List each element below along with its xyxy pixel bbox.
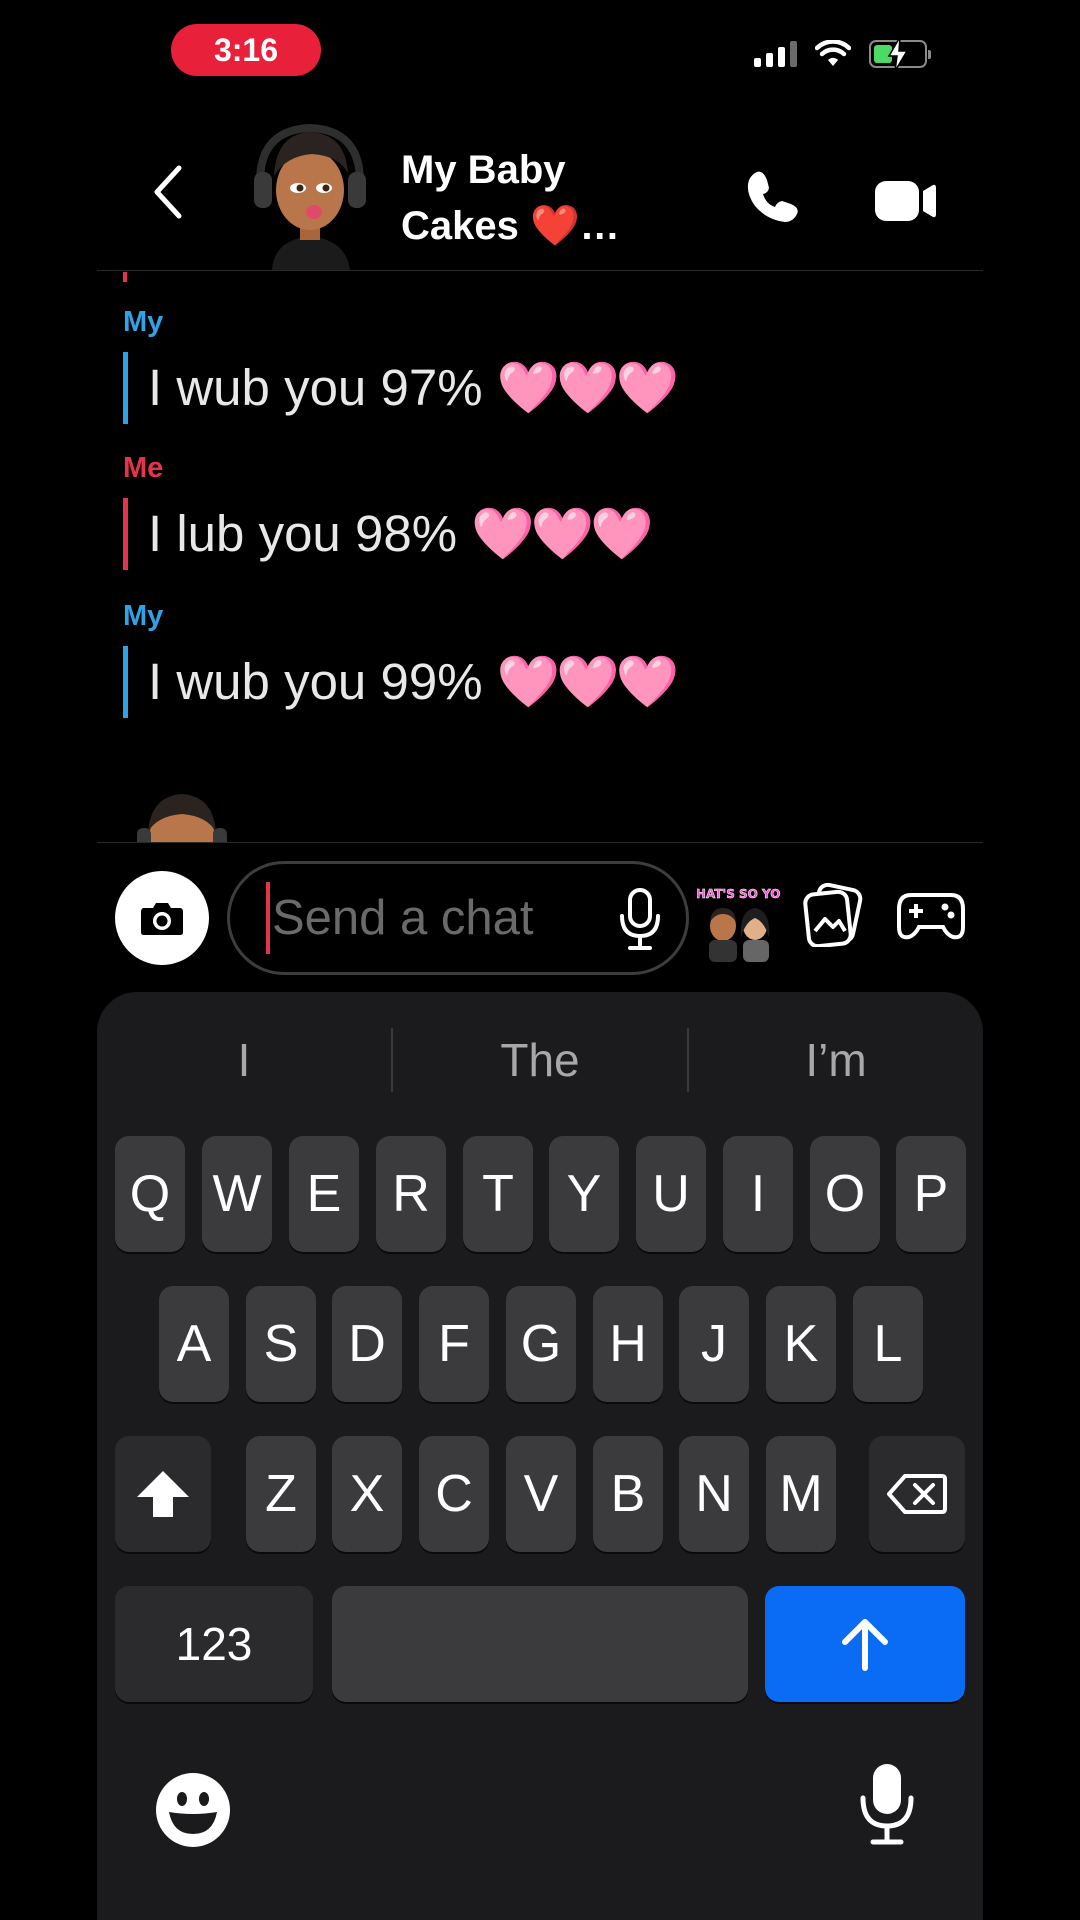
chat-bar: THAT'S SO YOU (97, 843, 983, 991)
delete-key[interactable] (869, 1436, 965, 1552)
key-h[interactable]: H (593, 1286, 663, 1402)
phone-screen: 3:16 My Baby Cakes ❤️… My I wub you 97% … (97, 0, 983, 1920)
key-v[interactable]: V (506, 1436, 576, 1552)
key-y[interactable]: Y (549, 1136, 619, 1252)
camera-button[interactable] (115, 871, 209, 965)
message-text-content: I lub you 98% (148, 505, 458, 562)
key-q[interactable]: Q (115, 1136, 185, 1252)
key-k[interactable]: K (766, 1286, 836, 1402)
backspace-icon (887, 1474, 947, 1514)
video-camera-icon[interactable] (873, 179, 937, 223)
chat-input-container[interactable] (227, 861, 689, 975)
shift-key[interactable] (115, 1436, 211, 1552)
contact-avatar[interactable] (252, 120, 368, 270)
message-item[interactable]: My I wub you 97% 🩷🩷🩷 (123, 306, 680, 424)
message-text: I wub you 99% 🩷🩷🩷 (123, 646, 680, 718)
camera-icon (141, 903, 183, 935)
typing-avatar-icon (137, 794, 227, 842)
key-j[interactable]: J (679, 1286, 749, 1402)
message-list[interactable]: My I wub you 97% 🩷🩷🩷 Me I lub you 98% 🩷🩷… (97, 272, 983, 842)
status-icons (754, 37, 931, 71)
status-time: 3:16 (171, 24, 321, 76)
key-f[interactable]: F (419, 1286, 489, 1402)
key-i[interactable]: I (723, 1136, 793, 1252)
sticker-caption: THAT'S SO YOU (697, 887, 781, 901)
key-p[interactable]: P (896, 1136, 966, 1252)
key-o[interactable]: O (810, 1136, 880, 1252)
header-divider (97, 270, 983, 271)
key-u[interactable]: U (636, 1136, 706, 1252)
shift-arrow-icon (137, 1471, 189, 1517)
message-text-content: I wub you 97% (148, 359, 483, 416)
message-item[interactable]: My I wub you 99% 🩷🩷🩷 (123, 600, 680, 718)
wifi-icon (815, 40, 851, 66)
dictation-microphone-icon[interactable] (857, 1762, 917, 1846)
memories-icon[interactable] (801, 883, 865, 947)
predictive-bar: I The I’m (97, 1010, 983, 1110)
key-n[interactable]: N (679, 1436, 749, 1552)
cellular-signal-icon (754, 41, 797, 67)
numbers-key[interactable]: 123 (115, 1586, 313, 1702)
partial-message-bar (123, 272, 127, 282)
heart-emoji: 🩷🩷🩷 (471, 505, 654, 562)
suggestion-item[interactable]: The (393, 1010, 687, 1110)
heart-emoji: 🩷🩷🩷 (496, 359, 680, 416)
chat-header: My Baby Cakes ❤️… (97, 104, 983, 272)
key-t[interactable]: T (463, 1136, 533, 1252)
suggestion-item[interactable]: I’m (689, 1010, 983, 1110)
emoji-smile-icon[interactable] (155, 1772, 231, 1848)
chat-input[interactable] (266, 882, 586, 954)
key-r[interactable]: R (376, 1136, 446, 1252)
message-sender: My (123, 306, 164, 338)
message-text: I lub you 98% 🩷🩷🩷 (123, 498, 654, 570)
keyboard: I The I’m Q W E R T Y U I O P A S D F G … (97, 992, 983, 1920)
message-item[interactable]: Me I lub you 98% 🩷🩷🩷 (123, 452, 654, 570)
key-l[interactable]: L (853, 1286, 923, 1402)
key-x[interactable]: X (332, 1436, 402, 1552)
key-d[interactable]: D (332, 1286, 402, 1402)
send-arrow-icon (842, 1619, 888, 1671)
battery-icon (869, 37, 931, 71)
message-text: I wub you 97% 🩷🩷🩷 (123, 352, 680, 424)
suggestion-item[interactable]: I (97, 1010, 391, 1110)
contact-name[interactable]: My Baby Cakes ❤️… (401, 142, 641, 254)
key-b[interactable]: B (593, 1436, 663, 1552)
key-a[interactable]: A (159, 1286, 229, 1402)
message-sender: My (123, 600, 164, 632)
key-s[interactable]: S (246, 1286, 316, 1402)
key-g[interactable]: G (506, 1286, 576, 1402)
space-key[interactable] (332, 1586, 748, 1702)
key-c[interactable]: C (419, 1436, 489, 1552)
send-key[interactable] (765, 1586, 965, 1702)
message-text-content: I wub you 99% (148, 653, 483, 710)
phone-icon[interactable] (743, 166, 803, 226)
message-sender: Me (123, 452, 164, 484)
microphone-icon[interactable] (616, 888, 664, 952)
key-m[interactable]: M (766, 1436, 836, 1552)
chevron-left-icon[interactable] (147, 162, 187, 222)
bitmoji-sticker-icon[interactable]: THAT'S SO YOU (697, 878, 781, 962)
key-w[interactable]: W (202, 1136, 272, 1252)
heart-emoji: 🩷🩷🩷 (496, 653, 680, 710)
key-z[interactable]: Z (246, 1436, 316, 1552)
key-e[interactable]: E (289, 1136, 359, 1252)
gamepad-icon[interactable] (897, 891, 965, 941)
